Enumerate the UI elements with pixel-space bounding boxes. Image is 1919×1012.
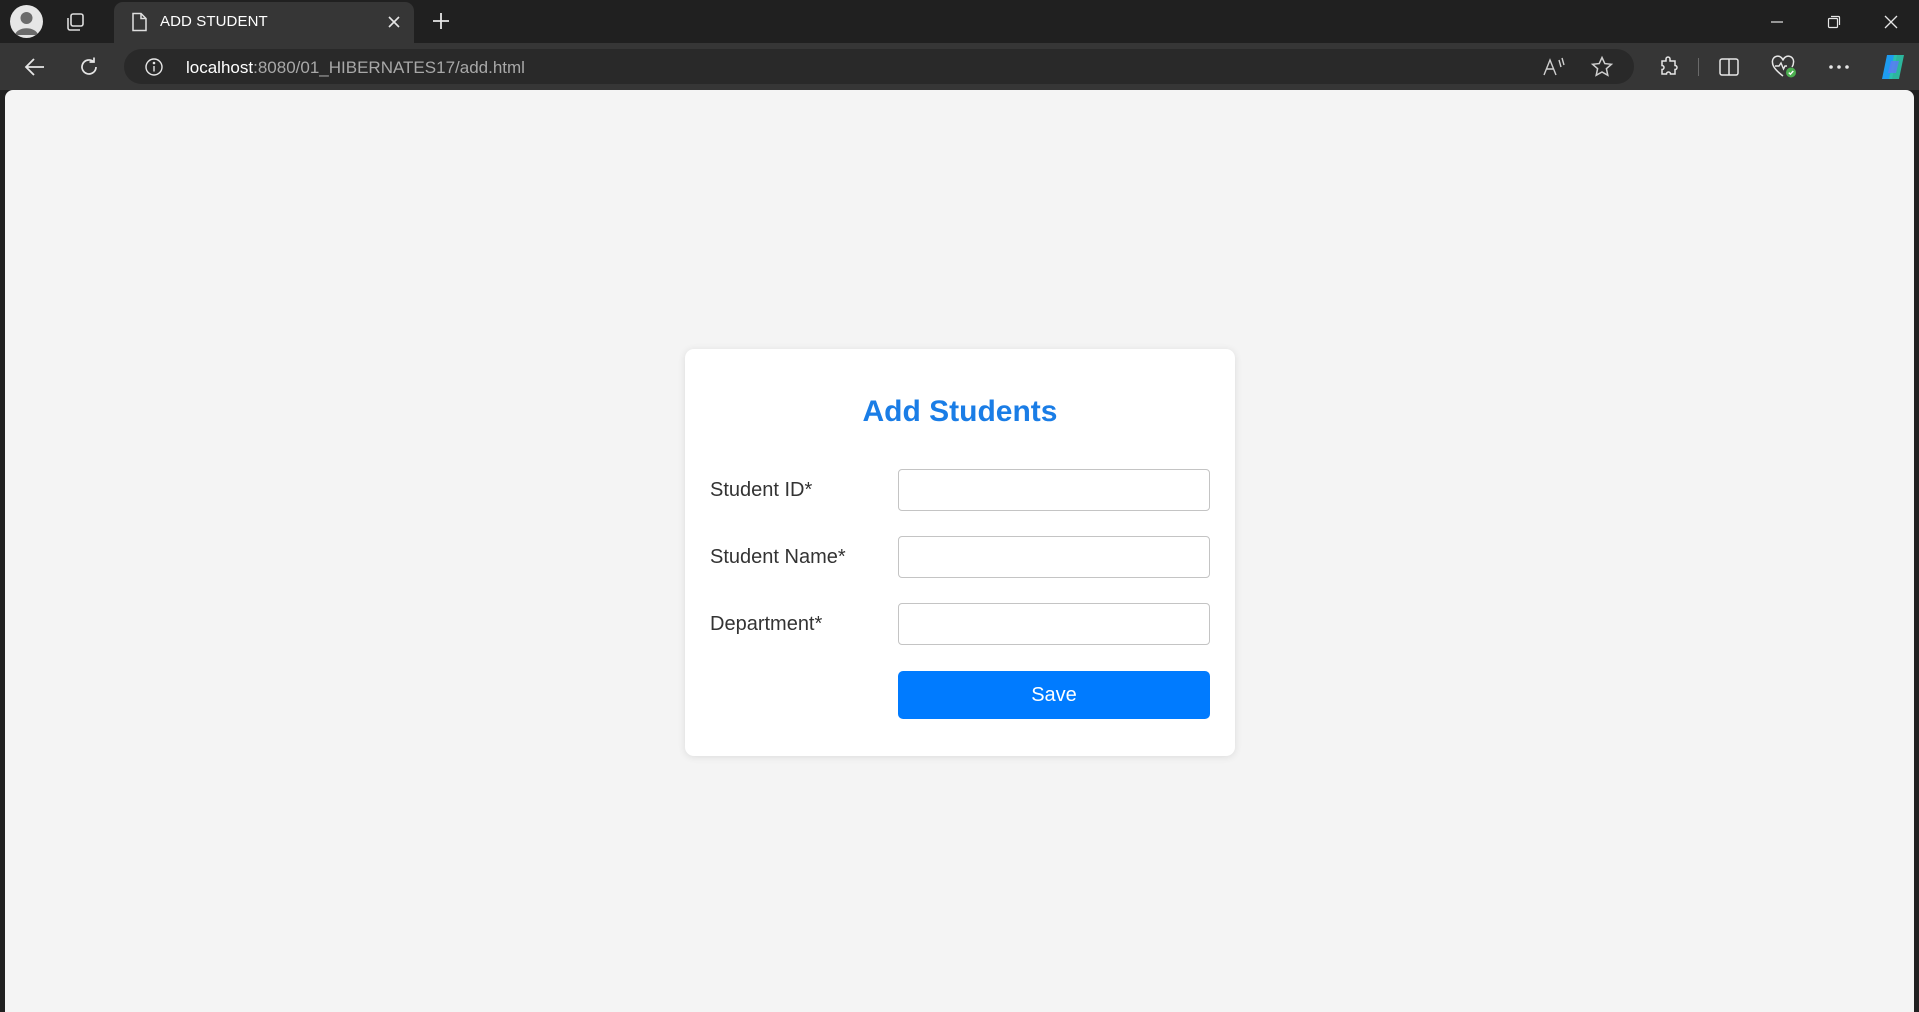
url-text[interactable]: localhost:8080/01_HIBERNATES17/add.html (186, 58, 525, 78)
department-label: Department* (710, 613, 823, 635)
browser-tab[interactable]: ADD STUDENT (114, 2, 414, 43)
student-id-label: Student ID* (710, 479, 813, 501)
extensions-icon[interactable] (1652, 51, 1686, 83)
browser-essentials-icon[interactable] (1767, 51, 1801, 83)
page-viewport: Add Students Student ID* Student Name* D… (5, 90, 1914, 1012)
split-screen-icon[interactable] (1712, 51, 1746, 83)
student-name-label: Student Name* (710, 546, 846, 568)
read-aloud-icon[interactable] (1542, 55, 1566, 79)
close-window-icon[interactable] (1863, 0, 1919, 43)
page-icon (130, 12, 148, 37)
save-button[interactable]: Save (898, 671, 1210, 719)
tab-title: ADD STUDENT (160, 13, 268, 30)
close-tab-icon[interactable] (384, 12, 404, 32)
student-id-input[interactable] (898, 469, 1210, 511)
browser-toolbar: localhost:8080/01_HIBERNATES17/add.html (0, 43, 1919, 90)
more-options-icon[interactable] (1822, 51, 1856, 83)
form-heading: Add Students (862, 395, 1058, 428)
add-student-form: Add Students Student ID* Student Name* D… (685, 349, 1235, 756)
back-arrow-icon[interactable] (18, 51, 52, 83)
toolbar-divider (1698, 58, 1699, 76)
favorite-star-icon[interactable] (1590, 55, 1614, 79)
workspaces-icon[interactable] (62, 9, 88, 35)
tab-strip: ADD STUDENT (0, 0, 1919, 43)
address-bar[interactable]: localhost:8080/01_HIBERNATES17/add.html (124, 49, 1634, 84)
refresh-icon[interactable] (72, 51, 106, 83)
department-input[interactable] (898, 603, 1210, 645)
minimize-icon[interactable] (1749, 0, 1805, 43)
new-tab-icon[interactable] (428, 8, 454, 34)
url-host: localhost (186, 58, 254, 77)
student-name-input[interactable] (898, 536, 1210, 578)
url-path: :8080/01_HIBERNATES17/add.html (253, 58, 525, 77)
copilot-icon[interactable] (1876, 51, 1910, 83)
site-info-icon[interactable] (144, 57, 164, 77)
restore-icon[interactable] (1806, 0, 1862, 43)
profile-avatar-icon[interactable] (10, 5, 43, 38)
